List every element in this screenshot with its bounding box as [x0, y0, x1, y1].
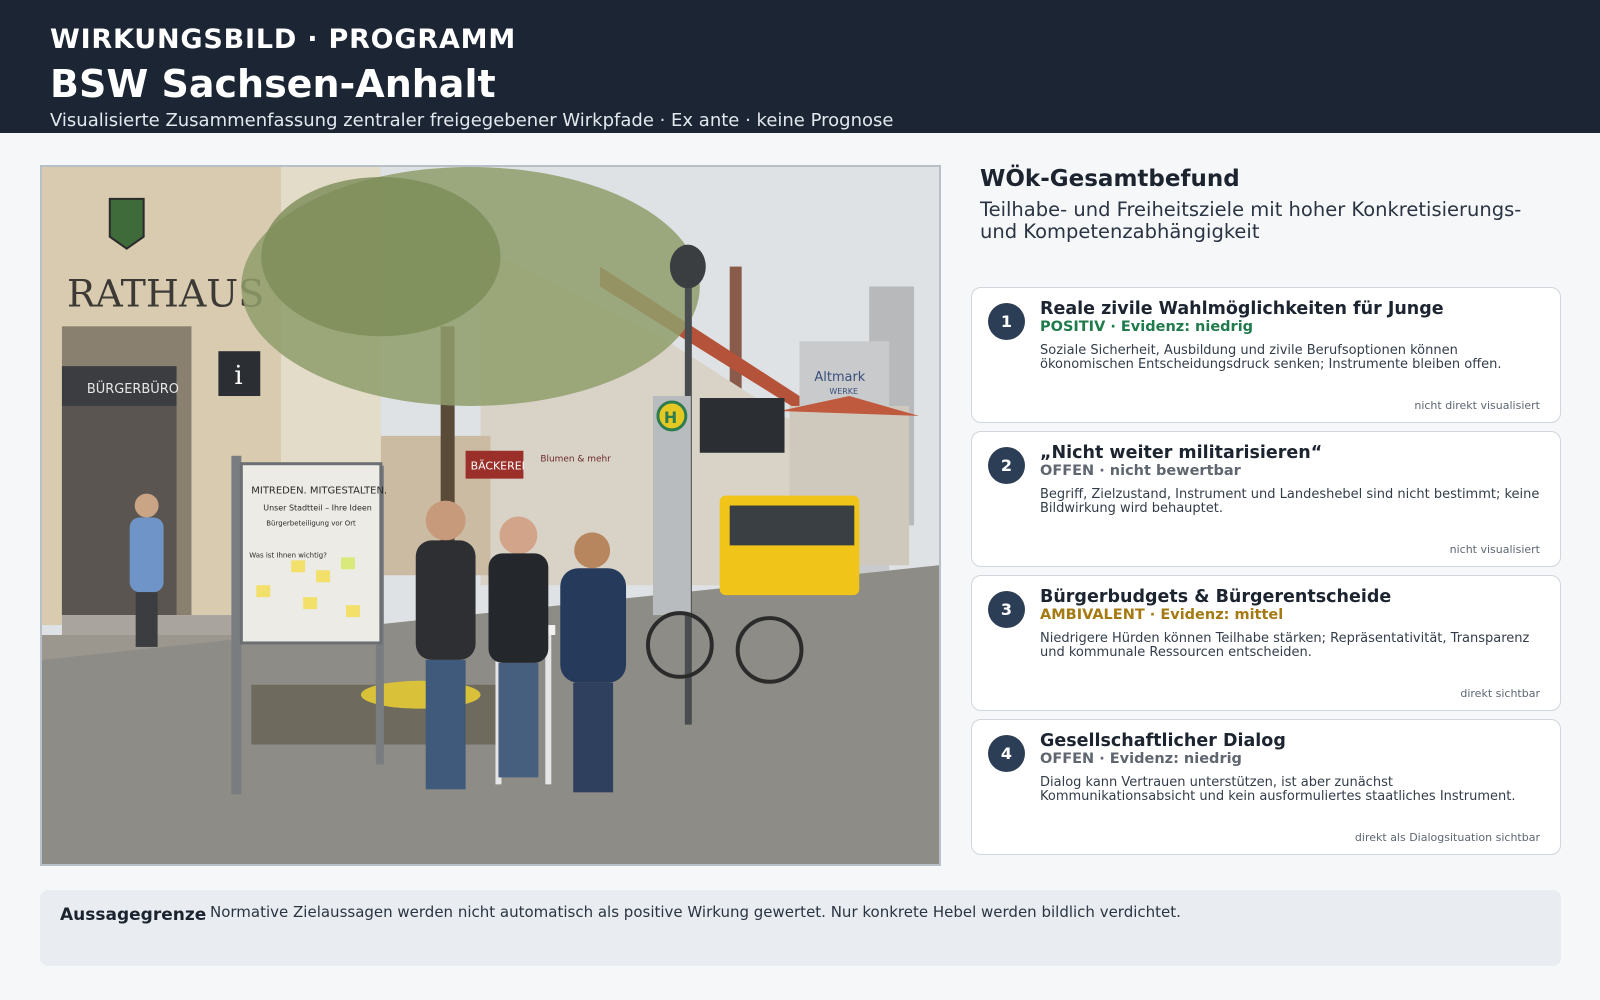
header-kicker: WIRKUNGSBILD · PROGRAMM [50, 24, 517, 55]
sticky-note [256, 585, 271, 598]
card-footer: direkt als Dialogsituation sichtbar [1354, 831, 1540, 844]
street-scene-photo: Altmark WERKE BÄCKEREI Blumen & mehr RAT… [40, 165, 941, 866]
card-footer: direkt sichtbar [1460, 687, 1540, 700]
card-status: AMBIVALENT · Evidenz: mittel [1040, 607, 1284, 623]
card-number-badge: 4 [988, 735, 1025, 772]
coat-of-arms [108, 197, 145, 250]
impact-card: 2 „Nicht weiter militarisieren“ OFFEN · … [971, 431, 1561, 567]
bus-windows [729, 505, 855, 546]
page-header: WIRKUNGSBILD · PROGRAMM BSW Sachsen-Anha… [0, 0, 1600, 133]
board-question: Was ist Ihnen wichtig? [249, 551, 327, 559]
summary-title: WÖk-Gesamtbefund [980, 166, 1240, 192]
card-number-badge: 2 [988, 447, 1025, 484]
sticky-note [291, 560, 306, 573]
street-lamp [669, 244, 706, 289]
card-title: Bürgerbudgets & Bürgerentscheide [1040, 587, 1392, 607]
card-text: Begriff, Zielzustand, Instrument und Lan… [1040, 487, 1540, 516]
card-title: Gesellschaftlicher Dialog [1040, 731, 1286, 751]
card-number-badge: 3 [988, 591, 1025, 628]
statement-limit-label: Aussagegrenze [60, 905, 207, 925]
tree-crown-left [261, 176, 501, 337]
bus-stop-letter: H [664, 408, 677, 427]
card-footer: nicht visualisiert [1449, 543, 1540, 556]
page-title: BSW Sachsen-Anhalt [50, 62, 496, 106]
departure-board [699, 398, 785, 453]
sticky-note [303, 597, 318, 610]
card-status: OFFEN · Evidenz: niedrig [1040, 751, 1242, 767]
sticky-note [341, 557, 355, 570]
card-footer: nicht direkt visualisiert [1414, 399, 1540, 412]
stand-table-leg [545, 634, 552, 785]
board-title: MITREDEN. MITGESTALTEN. [251, 486, 387, 497]
statement-limit-box: Aussagegrenze Normative Zielaussagen wer… [40, 890, 1561, 966]
info-sign: i [234, 361, 242, 391]
board-line2: Bürgerbeteiligung vor Ort [266, 519, 356, 527]
card-title: „Nicht weiter militarisieren“ [1040, 443, 1323, 463]
card-status: OFFEN · nicht bewertbar [1040, 463, 1241, 479]
card-text: Soziale Sicherheit, Ausbildung und zivil… [1040, 343, 1502, 372]
factory-sign-line1: Altmark [814, 370, 865, 385]
summary-subtitle: Teilhabe- und Freiheitsziele mit hoher K… [980, 198, 1522, 243]
impact-card: 3 Bürgerbudgets & Bürgerentscheide AMBIV… [971, 575, 1561, 711]
buergerbuero-sign: BÜRGERBÜRO [87, 380, 179, 397]
card-status: POSITIV · Evidenz: niedrig [1040, 319, 1254, 335]
sticky-note [316, 570, 331, 583]
bakery-sign: BÄCKEREI [471, 460, 525, 473]
flower-shop-sign: Blumen & mehr [540, 455, 611, 465]
card-text: Niedrigere Hürden können Teilhabe stärke… [1040, 631, 1530, 660]
street-scene-illustration: Altmark WERKE BÄCKEREI Blumen & mehr RAT… [42, 167, 939, 864]
statement-limit-text: Normative Zielaussagen werden nicht auto… [210, 903, 1181, 921]
factory-sign-line2: WERKE [829, 387, 858, 396]
impact-card: 1 Reale zivile Wahlmöglichkeiten für Jun… [971, 287, 1561, 423]
card-number-badge: 1 [988, 303, 1025, 340]
card-title: Reale zivile Wahlmöglichkeiten für Junge [1040, 299, 1444, 319]
board-line1: Unser Stadtteil – Ihre Ideen [263, 504, 372, 513]
impact-card: 4 Gesellschaftlicher Dialog OFFEN · Evid… [971, 719, 1561, 855]
page-subtitle: Visualisierte Zusammenfassung zentraler … [50, 110, 894, 131]
card-text: Dialog kann Vertrauen unterstützen, ist … [1040, 775, 1516, 804]
rathaus-lettering: RATHAUS [67, 271, 264, 315]
sticky-note [345, 605, 360, 618]
